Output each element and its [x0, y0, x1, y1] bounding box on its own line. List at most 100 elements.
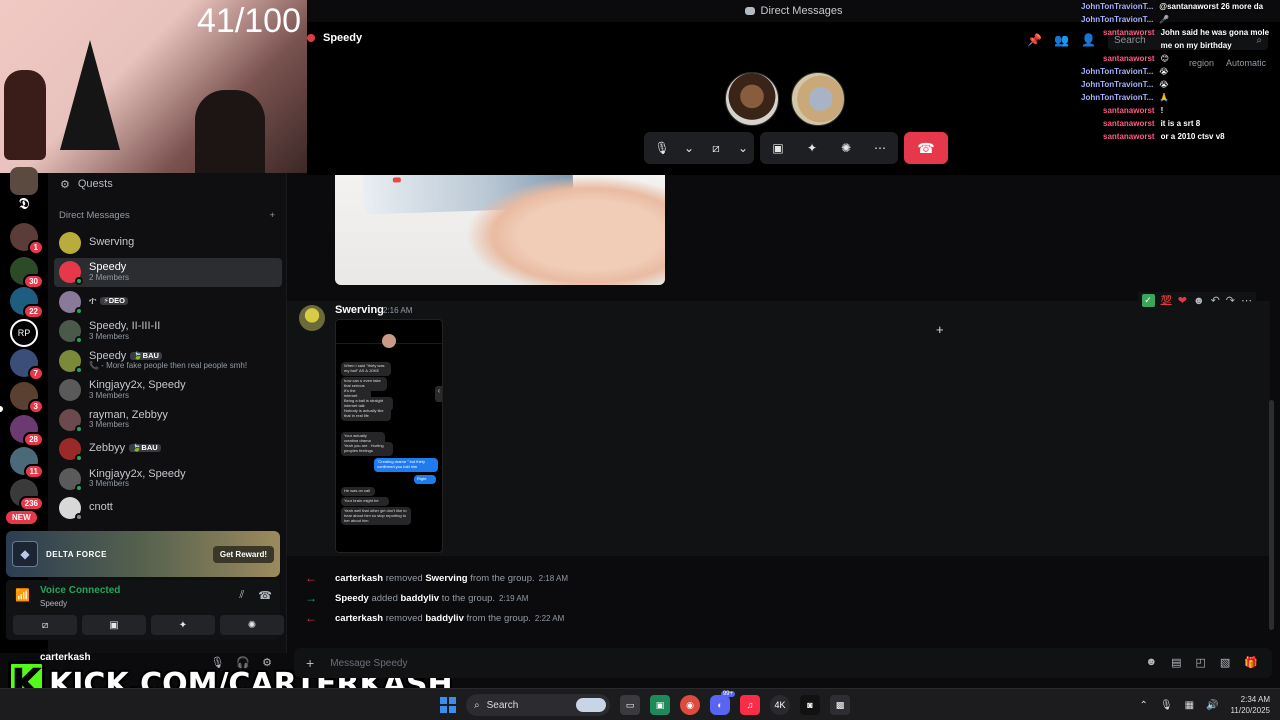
get-reward-button[interactable]: Get Reward! [212, 545, 274, 563]
dm-item[interactable]: Swerving [54, 228, 282, 257]
server-badge: 22 [23, 304, 44, 319]
forward-icon[interactable]: ↷ [1226, 294, 1235, 307]
heart-reaction-icon[interactable]: ❤ [1178, 294, 1187, 307]
activities-button[interactable]: ✦ [151, 615, 215, 635]
clock[interactable]: 2:34 AM 11/20/2025 [1231, 694, 1270, 716]
chevron-down-icon[interactable]: ⌄ [684, 136, 694, 160]
sys-target[interactable]: Swerving [425, 573, 467, 584]
voice-channel-name[interactable]: Speedy [40, 599, 67, 608]
capture-app-icon[interactable]: ▩ [830, 695, 850, 715]
group-avatar [59, 467, 83, 492]
call-title: Speedy [307, 32, 362, 44]
dm-item[interactable]: rayman, Zebbyy 3 Members [54, 405, 282, 434]
new-servers-badge[interactable]: NEW [6, 511, 37, 524]
server-icon[interactable]: 30 [10, 257, 44, 289]
dm-item[interactable]: Kingjayy2x, Speedy 3 Members [54, 376, 282, 405]
network-icon[interactable]: ▦ [1185, 700, 1194, 711]
reply-icon[interactable]: ↶ [1211, 294, 1220, 307]
chat-message: 😭 [1159, 80, 1169, 89]
mask-app-icon[interactable]: ◙ [800, 695, 820, 715]
task-view-icon[interactable]: ▭ [620, 695, 640, 715]
chat-message: 🙏 [1159, 93, 1170, 102]
music-icon[interactable]: ♫ [740, 695, 760, 715]
sys-actor[interactable]: carterkash [335, 573, 383, 584]
server-icon[interactable]: RP [10, 319, 38, 347]
message-author[interactable]: Swerving [335, 304, 384, 316]
dm-item[interactable]: Speedy, II-III-II 3 Members [54, 317, 282, 346]
gif-icon[interactable]: ▤ [1171, 656, 1181, 669]
dm-item[interactable]: Zebbyy 🍃BAU [54, 435, 282, 464]
server-icon[interactable]: 22 [10, 287, 44, 319]
sticker-icon[interactable]: ◰ [1195, 656, 1205, 669]
disconnect-button[interactable]: ☎ [904, 132, 948, 164]
chat-username: santanaworst [1103, 132, 1155, 141]
screen-share-button[interactable]: ▣ [82, 615, 146, 635]
dm-item[interactable]: Kingjayy2x, Speedy 3 Members [54, 464, 282, 493]
game-promo-banner[interactable]: ◆ DELTA FORCE Get Reward! [6, 531, 280, 577]
participant-avatar[interactable] [725, 72, 779, 126]
server-icon[interactable]: 11 [10, 447, 44, 479]
sys-target[interactable]: baddyliv [425, 613, 464, 624]
message-screenshot-attachment[interactable]: When I said "thirty was my bail" AS A JO… [335, 319, 443, 553]
discord-icon[interactable]: ◐ 99+ [710, 691, 735, 715]
message-composer[interactable]: + Message Speedy ☻ ▤ ◰ ▧ 🎁 [294, 648, 1272, 678]
more-options-icon[interactable]: ⋯ [1241, 294, 1252, 307]
activities-icon[interactable]: ✦ [800, 136, 824, 160]
image-icon[interactable]: ▧ [1220, 656, 1230, 669]
hundred-reaction-icon[interactable]: 💯 [1161, 295, 1172, 306]
chevron-left-icon: ‹ [435, 386, 442, 402]
message-actions-toolbar: ✓ 💯 ❤ ☻ ↶ ↷ ⋯ [1137, 292, 1256, 309]
windows-start-icon[interactable] [440, 697, 456, 713]
soundboard-button[interactable]: ✺ [220, 615, 284, 635]
camera-off-button[interactable]: ⧄ [13, 615, 77, 635]
system-messages: ← carterkash removed Swerving from the g… [287, 568, 1270, 628]
screen-share-icon[interactable]: ▣ [766, 136, 790, 160]
add-friends-icon[interactable]: 👥 [1054, 33, 1069, 47]
check-reaction-icon[interactable]: ✓ [1141, 294, 1155, 307]
sys-actor[interactable]: carterkash [335, 613, 383, 624]
soundboard-icon[interactable]: ✺ [834, 136, 858, 160]
create-dm-plus-icon[interactable]: + [269, 210, 275, 221]
dm-item[interactable]: cnott [54, 494, 282, 523]
server-icon[interactable]: 7 [10, 349, 44, 381]
server-icon[interactable]: 𝕯 [10, 191, 38, 219]
server-icon[interactable]: 3 [10, 382, 44, 414]
dm-item-selected[interactable]: Speedy 2 Members [54, 257, 282, 287]
message-image-attachment[interactable] [335, 175, 665, 285]
chevron-up-icon[interactable]: ⌃ [1140, 700, 1148, 711]
sys-actor[interactable]: Speedy [335, 593, 369, 604]
avatar[interactable] [299, 305, 325, 331]
call-participants [725, 72, 845, 126]
dm-item[interactable]: ተ ⚡DEO [54, 287, 282, 316]
gift-icon[interactable]: 🎁 [1244, 656, 1258, 669]
4k-app-icon[interactable]: 4K [770, 695, 790, 715]
taskbar-search[interactable]: ⌕ Search [466, 694, 610, 716]
chevron-down-icon[interactable]: ⌄ [738, 136, 748, 160]
disconnect-icon[interactable]: ☎ [258, 589, 272, 602]
participant-avatar[interactable] [791, 72, 845, 126]
more-options-icon[interactable]: ⋯ [868, 136, 892, 160]
server-icon[interactable]: 1 [10, 223, 44, 255]
server-icon[interactable]: 236 [10, 479, 44, 511]
pin-icon[interactable]: 📌 [1027, 33, 1042, 47]
add-reaction-icon[interactable]: ☻ [1193, 295, 1205, 307]
microphone-icon[interactable]: 🎙 [1160, 700, 1173, 711]
sys-target[interactable]: baddyliv [401, 593, 440, 604]
chat-scrollbar[interactable] [1269, 400, 1274, 630]
screenshot-bubble: He was on call [341, 487, 375, 496]
voice-status[interactable]: Voice Connected [40, 585, 120, 596]
sys-tail: from the group. [470, 572, 535, 584]
dm-item[interactable]: Speedy 🍃BAU 📞 - More fake people then real… [54, 346, 282, 375]
volume-icon[interactable]: 🔊 [1206, 700, 1218, 711]
app-icon[interactable]: ▣ [650, 695, 670, 715]
microphone-icon[interactable]: 🎙 [650, 136, 674, 160]
noise-suppression-icon[interactable]: ⫽ [239, 589, 244, 602]
chrome-icon[interactable]: ◉ [680, 695, 700, 715]
voice-connection-panel: 📶 Voice Connected Speedy ⫽ ☎ ⧄ ▣ ✦ ✺ [6, 580, 284, 640]
emoji-icon[interactable]: ☻ [1146, 656, 1158, 669]
signal-icon[interactable]: 📶 [15, 588, 30, 602]
camera-off-icon[interactable]: ⧄ [704, 136, 728, 160]
server-icon[interactable]: 28 [10, 415, 44, 447]
quests-nav-item[interactable]: ⚙ Quests [60, 173, 113, 195]
attach-plus-icon[interactable]: + [306, 655, 314, 671]
